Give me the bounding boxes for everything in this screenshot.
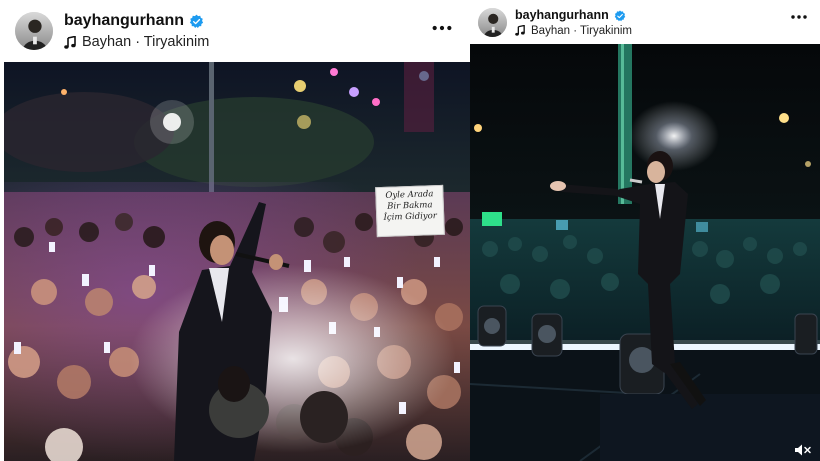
more-options-button[interactable] [788, 6, 810, 28]
audio-label: Bayhan · Tiryakinim [531, 24, 632, 37]
username-row: bayhangurhann [515, 8, 632, 22]
concert-photo-crowd[interactable]: Oyle Arada Bir Bakma İçim Gidiyor [4, 62, 470, 461]
post-header: bayhangurhann Bayhan · Tiryakinim [470, 0, 820, 44]
username-link[interactable]: bayhangurhann [64, 12, 184, 30]
profile-avatar[interactable] [478, 7, 507, 37]
post-left: bayhangurhann Bayhan · Tiryakinim Oyle A… [0, 0, 470, 461]
music-note-icon [64, 35, 76, 49]
username-link[interactable]: bayhangurhann [515, 8, 609, 22]
post-right: bayhangurhann Bayhan · Tiryakinim [470, 0, 820, 461]
profile-avatar[interactable] [15, 12, 53, 50]
username-row: bayhangurhann [64, 12, 209, 30]
music-note-icon [515, 24, 525, 36]
more-options-icon [432, 25, 452, 31]
more-options-button[interactable] [428, 14, 456, 42]
post-header: bayhangurhann Bayhan · Tiryakinim [0, 0, 470, 62]
audio-row[interactable]: Bayhan · Tiryakinim [64, 34, 209, 50]
post-meta: bayhangurhann Bayhan · Tiryakinim [64, 12, 209, 50]
post-meta: bayhangurhann Bayhan · Tiryakinim [515, 8, 632, 37]
crowd-sign: Oyle Arada Bir Bakma İçim Gidiyor [375, 184, 445, 238]
verified-badge-icon [614, 9, 626, 21]
audio-row[interactable]: Bayhan · Tiryakinim [515, 25, 632, 37]
more-options-icon [791, 15, 807, 19]
muted-speaker-icon[interactable] [794, 443, 812, 457]
verified-badge-icon [189, 14, 204, 29]
concert-photo-stage[interactable] [470, 44, 820, 461]
audio-label: Bayhan · Tiryakinim [82, 34, 210, 50]
